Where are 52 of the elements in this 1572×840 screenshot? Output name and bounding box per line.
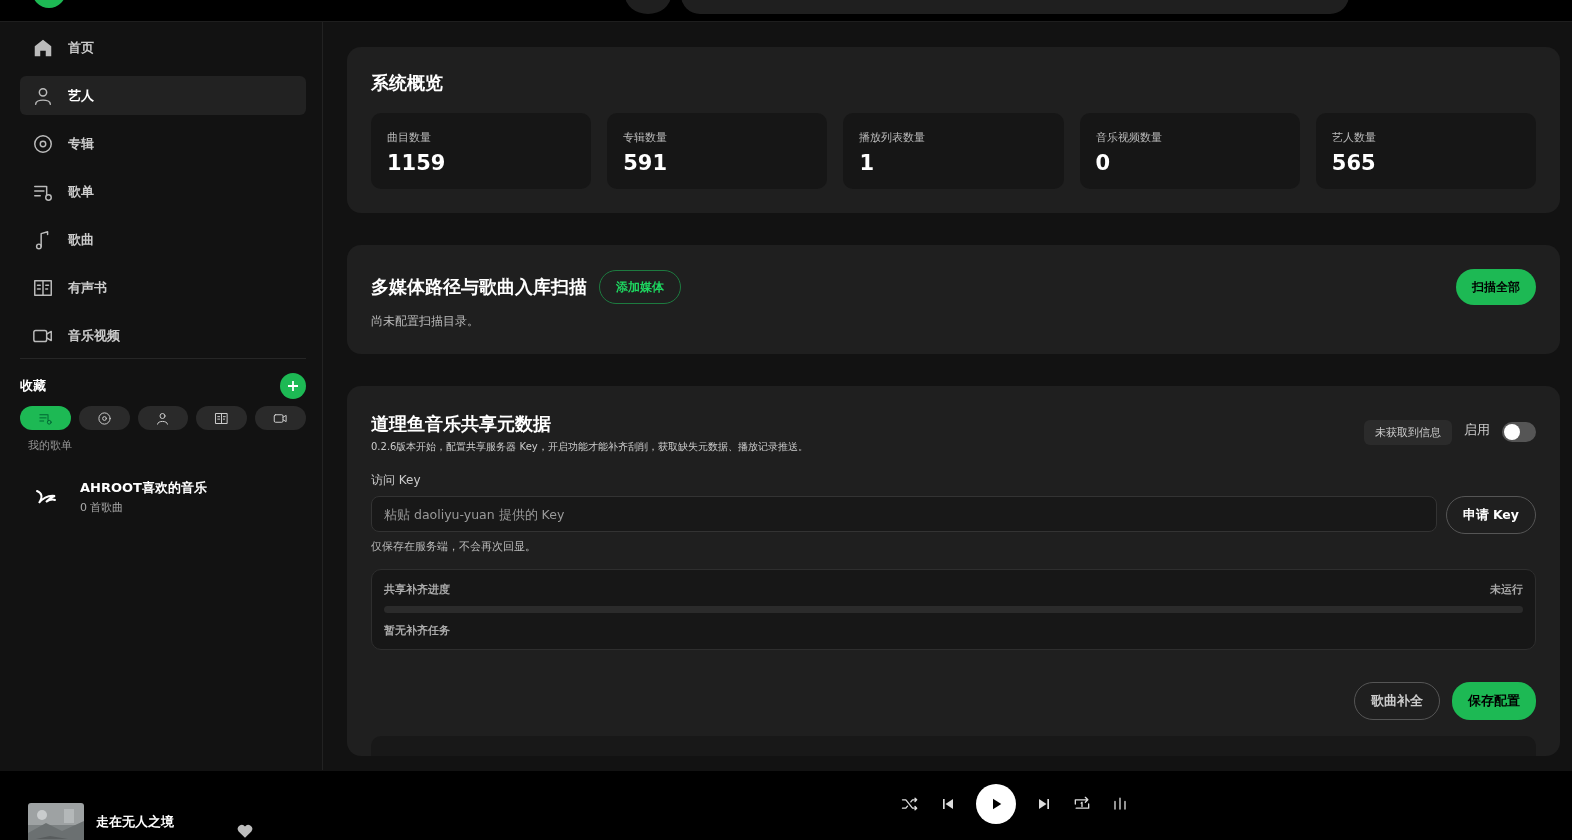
nav-item[interactable]: 专辑: [20, 124, 306, 163]
plus-icon: [287, 380, 299, 392]
stat-label: 音乐视频数量: [1095, 130, 1163, 145]
playlist-name: AHROOT喜欢的音乐: [80, 479, 207, 497]
play-button[interactable]: [976, 784, 1016, 824]
hint-text: 仅保存在服务端，不会再次回显。: [371, 540, 537, 554]
filter-tab[interactable]: [20, 406, 71, 430]
stat-label: 播放列表数量: [859, 130, 927, 145]
disc-icon: [96, 410, 112, 426]
add-button[interactable]: [280, 373, 306, 399]
card-title: 多媒体路径与歌曲入库扫描: [371, 275, 587, 299]
book-icon: [214, 410, 230, 426]
save-button[interactable]: 保存配置: [1452, 682, 1536, 720]
nav-item[interactable]: 歌曲: [20, 220, 306, 259]
section-title: 收藏: [20, 377, 46, 395]
stat-value: 565: [1331, 151, 1377, 175]
playlist-item[interactable]: AHROOT喜欢的音乐 0 首歌曲: [20, 479, 306, 515]
progress-title: 共享补齐进度: [384, 582, 450, 597]
stat-value: 0: [1095, 151, 1112, 175]
enable-toggle[interactable]: [1502, 422, 1536, 442]
stat-label: 艺人数量: [1331, 130, 1377, 145]
filter-tab[interactable]: [255, 406, 306, 430]
person-icon: [155, 410, 171, 426]
stat-label: 专辑数量: [623, 130, 669, 145]
nav-item[interactable]: 音乐视频: [20, 316, 306, 355]
stat-value: 1: [859, 151, 876, 175]
heart-icon[interactable]: [236, 822, 254, 840]
card-title: 道理鱼音乐共享元数据: [371, 412, 552, 436]
section-label: 我的歌单: [28, 438, 73, 453]
stat-value: 591: [623, 151, 669, 175]
empty-message: 暂无补齐任务: [384, 623, 451, 638]
nav-item[interactable]: 首页: [20, 28, 306, 67]
description: 0.2.6版本开始，配置共享服务器 Key，开启功能才能补齐刮削，获取缺失元数据、播放记录推送。: [371, 440, 808, 454]
playlist-count: 0 首歌曲: [80, 500, 125, 515]
nav-item[interactable]: 艺人: [20, 76, 306, 115]
nav-item[interactable]: 有声书: [20, 268, 306, 307]
field-label: 访问 Key: [371, 472, 422, 489]
disc-icon: [32, 132, 54, 155]
nav-item[interactable]: 歌单: [20, 172, 306, 211]
card-title: 系统概览: [371, 71, 444, 95]
empty-message: 尚未配置扫描目录。: [371, 313, 480, 330]
filter-tab[interactable]: [196, 406, 248, 430]
toggle-label: 启用: [1464, 422, 1490, 439]
scan-all-button[interactable]: 扫描全部: [1456, 269, 1536, 305]
swoosh-logo-icon: [34, 489, 58, 505]
filter-tab[interactable]: [78, 406, 130, 430]
track-title: 走在无人之境: [96, 813, 174, 831]
stat-value: 1159: [387, 151, 447, 175]
key-input[interactable]: 粘贴 daoliyu-yuan 提供的 Key: [371, 496, 1437, 532]
stat-label: 曲目数量: [387, 130, 432, 145]
progress-status: 未运行: [1490, 582, 1523, 597]
status-badge: 未获取到信息: [1364, 420, 1452, 445]
